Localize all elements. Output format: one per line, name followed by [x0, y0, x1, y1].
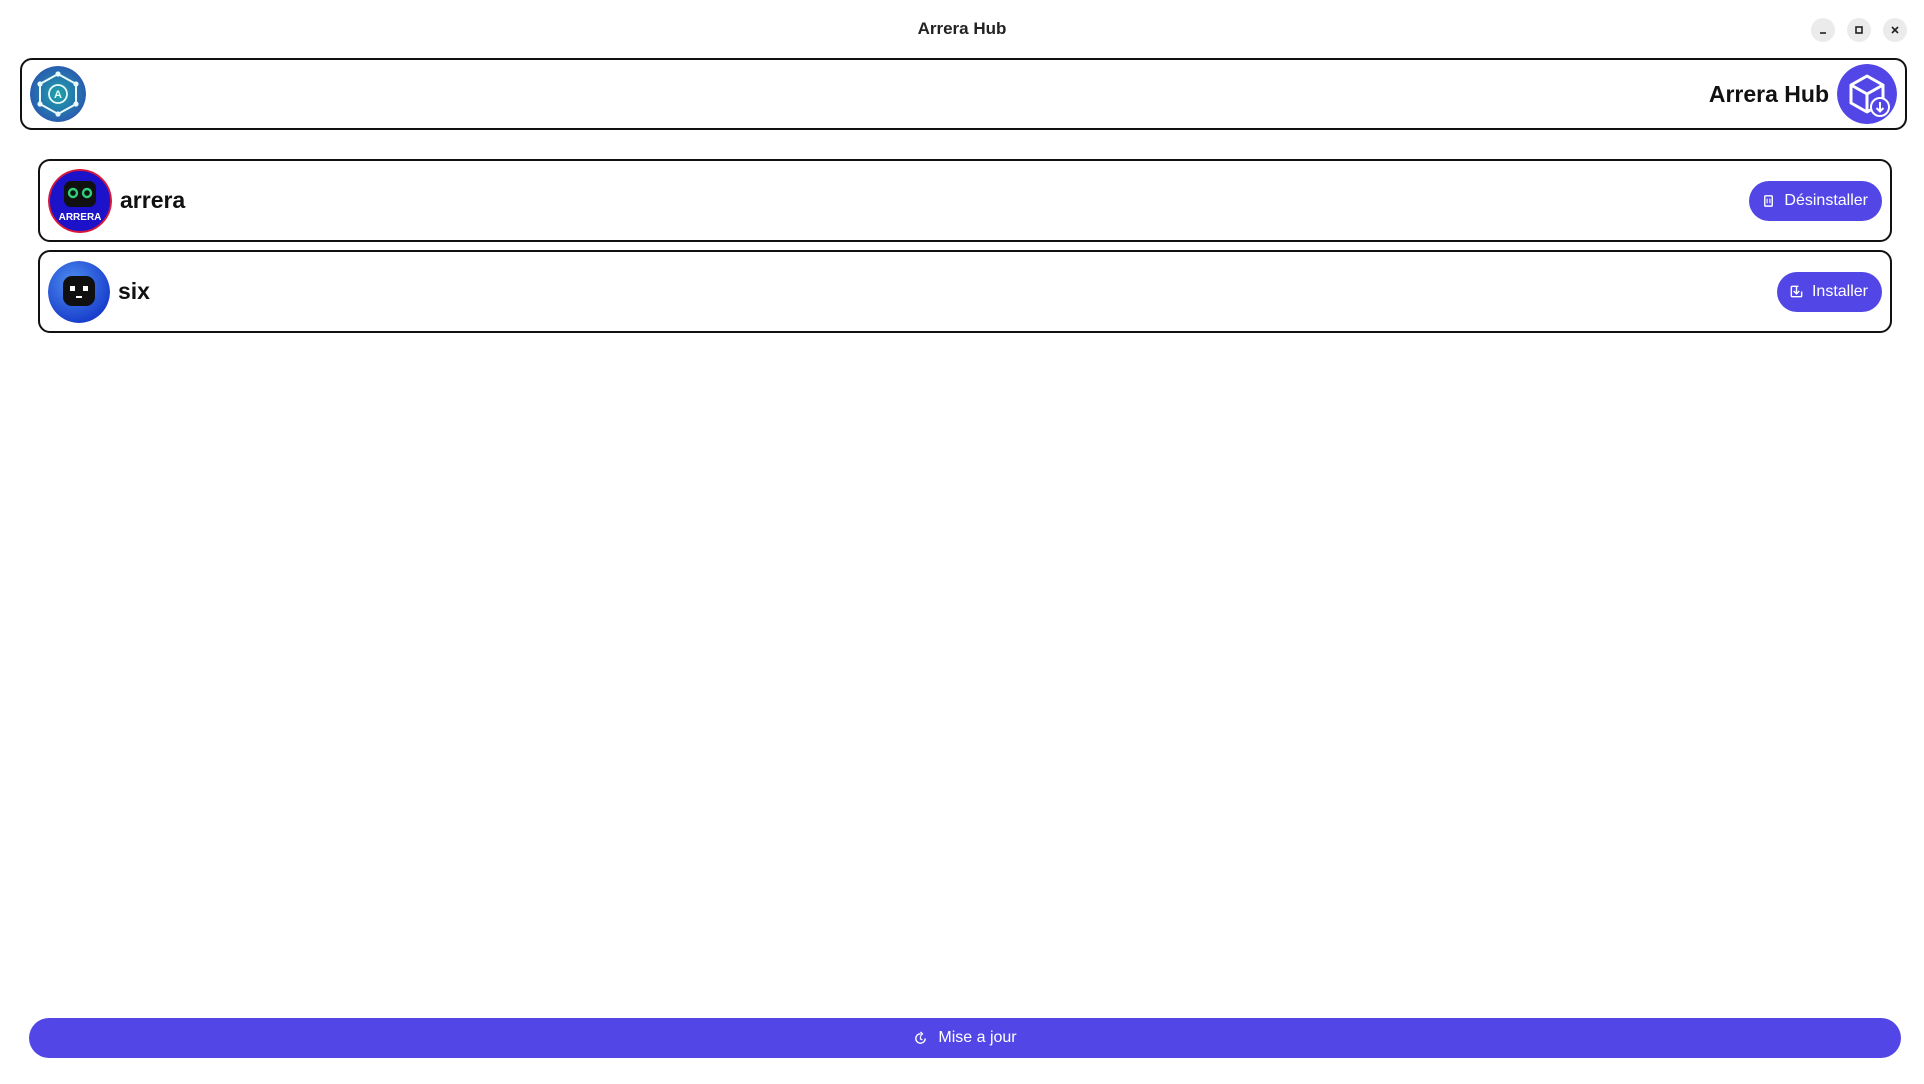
install-icon — [1790, 285, 1803, 298]
maximize-button[interactable] — [1847, 18, 1871, 42]
update-button[interactable]: Mise a jour — [29, 1018, 1901, 1058]
uninstall-button[interactable]: Désinstaller — [1749, 180, 1882, 221]
maximize-icon — [1855, 26, 1863, 34]
svg-text:A: A — [54, 89, 62, 101]
arrera-icon-text: ARRERA — [59, 212, 102, 223]
six-robot-icon — [48, 260, 110, 323]
uninstall-label: Désinstaller — [1784, 191, 1868, 209]
close-button[interactable] — [1883, 18, 1907, 42]
atom-network-logo-icon: A — [30, 66, 86, 122]
app-name: six — [118, 278, 150, 304]
header-brand: Arrera Hub — [1709, 64, 1897, 124]
header-title: Arrera Hub — [1708, 80, 1829, 107]
minimize-button[interactable] — [1811, 18, 1835, 42]
arrera-robot-icon: ARRERA — [48, 168, 112, 233]
app-card-arrera: ARRERA arrera Désinstaller — [38, 159, 1892, 242]
close-icon — [1891, 26, 1899, 34]
install-button[interactable]: Installer — [1776, 271, 1882, 312]
package-download-icon — [1837, 64, 1897, 124]
app-header: A Arrera Hub — [20, 58, 1907, 130]
install-label: Installer — [1811, 282, 1868, 300]
update-label: Mise a jour — [938, 1029, 1017, 1046]
minimize-icon — [1820, 32, 1826, 34]
trash-icon — [1764, 195, 1774, 207]
app-name: arrera — [120, 187, 186, 213]
refresh-icon — [915, 1030, 927, 1044]
title-bar: Arrera Hub — [0, 0, 1924, 58]
window-title: Arrera Hub — [917, 19, 1007, 38]
app-card-six: six Installer — [38, 250, 1892, 333]
